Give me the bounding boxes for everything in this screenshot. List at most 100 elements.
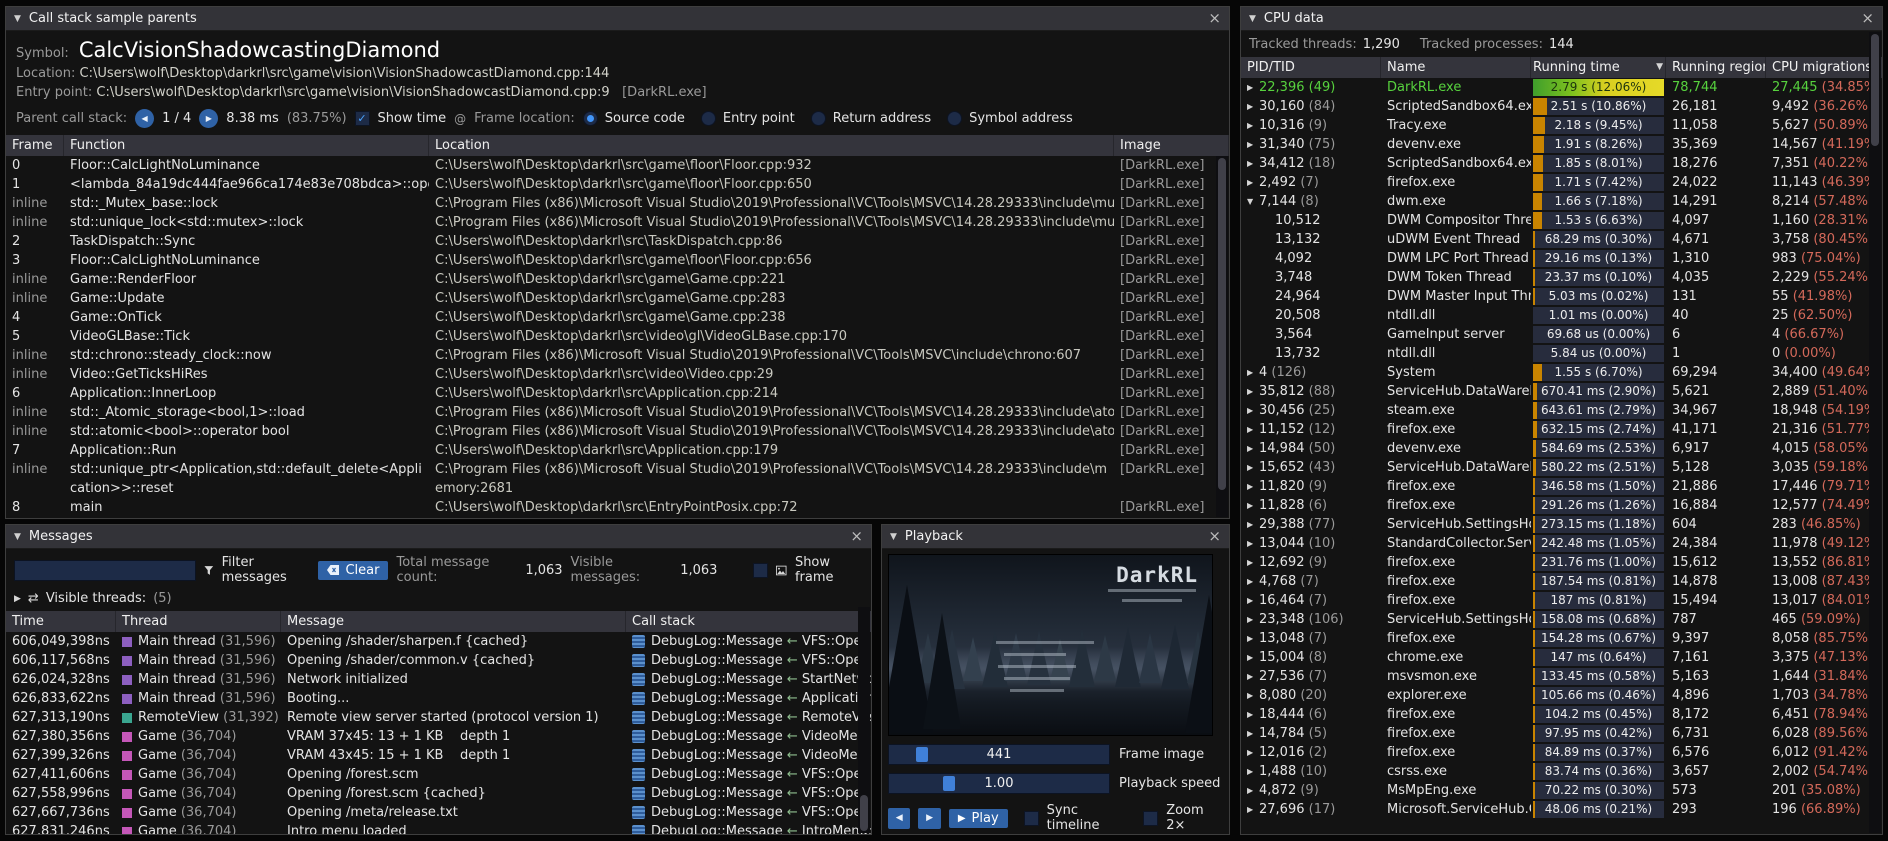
expand-row-icon[interactable]: ▶ bbox=[1247, 154, 1259, 173]
cpu-process-row[interactable]: ▶16,464 (7)firefox.exe187 ms (0.81%)15,4… bbox=[1241, 591, 1882, 610]
message-row[interactable]: 627,380,356nsGame (36,704)VRAM 37x45: 13… bbox=[6, 727, 871, 746]
messages-scrollbar[interactable] bbox=[858, 607, 870, 833]
expand-row-icon[interactable]: ▶ bbox=[1247, 572, 1259, 591]
cpu-titlebar[interactable]: ▼ CPU data × bbox=[1241, 7, 1882, 31]
callstack-frame-row[interactable]: inlineinvoke_maind:\agent\_work\63\s\src… bbox=[6, 517, 1229, 518]
radio-return-address[interactable] bbox=[811, 111, 826, 126]
cpu-process-row[interactable]: ▶4 (126)System1.55 s (6.70%)69,29434,400… bbox=[1241, 363, 1882, 382]
callstack-frame-row[interactable]: inlinestd::_Mutex_base::lockC:\Program F… bbox=[6, 194, 1229, 213]
cpu-thread-row[interactable]: 20,508ntdll.dll1.01 ms (0.00%)4025 (62.5… bbox=[1241, 306, 1882, 325]
callstack-frame-row[interactable]: 6Application::InnerLoopC:\Users\wolf\Des… bbox=[6, 384, 1229, 403]
show-time-checkbox[interactable]: ✓ bbox=[355, 111, 370, 126]
cpu-process-row[interactable]: ▶22,396 (49)DarkRL.exe2.79 s (12.06%)78,… bbox=[1241, 78, 1882, 97]
message-callstack-button[interactable]: DebugLog::Message ← VFS::Open... bbox=[626, 632, 871, 651]
expand-row-icon[interactable]: ▶ bbox=[1247, 97, 1259, 116]
callstack-frame-row[interactable]: inlineGame::RenderFloorC:\Users\wolf\Des… bbox=[6, 270, 1229, 289]
col-function[interactable]: Function bbox=[64, 135, 429, 156]
messages-scrollbar-thumb[interactable] bbox=[860, 795, 868, 831]
cpu-thread-row[interactable]: 24,964DWM Master Input Thread5.03 ms (0.… bbox=[1241, 287, 1882, 306]
cpu-process-row[interactable]: ▶27,696 (17)Microsoft.ServiceHub.Control… bbox=[1241, 800, 1882, 819]
message-callstack-button[interactable]: DebugLog::Message ← Application:... bbox=[626, 689, 871, 708]
cpu-process-row[interactable]: ▶12,016 (2)firefox.exe84.89 ms (0.37%)6,… bbox=[1241, 743, 1882, 762]
filter-input[interactable] bbox=[14, 560, 196, 581]
col-running-time[interactable]: Running time▼ bbox=[1531, 57, 1666, 78]
col-message[interactable]: Message bbox=[281, 611, 626, 632]
cpu-process-row[interactable]: ▶12,692 (9)firefox.exe231.76 ms (1.00%)1… bbox=[1241, 553, 1882, 572]
show-frame-checkbox[interactable] bbox=[753, 563, 768, 578]
expand-row-icon[interactable]: ▶ bbox=[1247, 420, 1259, 439]
cpu-process-row[interactable]: ▶1,488 (10)csrss.exe83.74 ms (0.36%)3,65… bbox=[1241, 762, 1882, 781]
cpu-process-row[interactable]: ▶34,412 (18)ScriptedSandbox64.exe1.85 s … bbox=[1241, 154, 1882, 173]
message-row[interactable]: 626,024,328nsMain thread (31,596)Network… bbox=[6, 670, 871, 689]
cpu-process-row[interactable]: ▶13,044 (10)StandardCollector.Service.ex… bbox=[1241, 534, 1882, 553]
cpu-process-row[interactable]: ▶14,784 (5)firefox.exe97.95 ms (0.42%)6,… bbox=[1241, 724, 1882, 743]
playback-titlebar[interactable]: ▼ Playback × bbox=[882, 525, 1229, 549]
callstack-frame-row[interactable]: 3Floor::CalcLightNoLuminanceC:\Users\wol… bbox=[6, 251, 1229, 270]
cpu-thread-row[interactable]: 13,132uDWM Event Thread68.29 ms (0.30%)4… bbox=[1241, 230, 1882, 249]
col-thread[interactable]: Thread bbox=[116, 611, 281, 632]
cpu-process-row[interactable]: ▶11,828 (6)firefox.exe291.26 ms (1.26%)1… bbox=[1241, 496, 1882, 515]
col-name[interactable]: Name bbox=[1381, 57, 1531, 78]
expand-icon[interactable]: ▶ bbox=[14, 594, 21, 604]
expand-row-icon[interactable]: ▶ bbox=[1247, 458, 1259, 477]
message-row[interactable]: 627,831,246nsGame (36,704)Intro menu loa… bbox=[6, 822, 871, 834]
expand-row-icon[interactable]: ▶ bbox=[1247, 401, 1259, 420]
message-callstack-button[interactable]: DebugLog::Message ← StartNetwo... bbox=[626, 670, 871, 689]
close-icon[interactable]: × bbox=[1208, 529, 1221, 544]
callstack-frame-row[interactable]: 4Game::OnTickC:\Users\wolf\Desktop\darkr… bbox=[6, 308, 1229, 327]
callstack-frame-row[interactable]: inlineVideo::GetTicksHiResC:\Users\wolf\… bbox=[6, 365, 1229, 384]
sync-timeline-checkbox[interactable] bbox=[1024, 811, 1039, 826]
cpu-process-row[interactable]: ▶13,048 (7)firefox.exe154.28 ms (0.67%)9… bbox=[1241, 629, 1882, 648]
expand-row-icon[interactable]: ▶ bbox=[1247, 686, 1259, 705]
callstack-scrollbar[interactable] bbox=[1216, 156, 1228, 517]
radio-entry-point[interactable] bbox=[701, 111, 716, 126]
cpu-process-row[interactable]: ▶4,872 (9)MsMpEng.exe70.22 ms (0.30%)573… bbox=[1241, 781, 1882, 800]
callstack-frame-row[interactable]: 7Application::RunC:\Users\wolf\Desktop\d… bbox=[6, 441, 1229, 460]
col-image[interactable]: Image bbox=[1114, 135, 1229, 156]
close-icon[interactable]: × bbox=[850, 529, 863, 544]
clear-button[interactable]: Clear bbox=[318, 561, 388, 580]
expand-row-icon[interactable]: ▶ bbox=[1247, 173, 1259, 192]
cpu-process-row[interactable]: ▶10,316 (9)Tracy.exe2.18 s (9.45%)11,058… bbox=[1241, 116, 1882, 135]
collapse-icon[interactable]: ▼ bbox=[14, 532, 21, 542]
callstack-frame-row[interactable]: 8mainC:\Users\wolf\Desktop\darkrl\src\En… bbox=[6, 498, 1229, 517]
expand-row-icon[interactable]: ▶ bbox=[1247, 439, 1259, 458]
expand-row-icon[interactable]: ▶ bbox=[1247, 800, 1259, 819]
cpu-process-row[interactable]: ▶31,340 (75)devenv.exe1.91 s (8.26%)35,3… bbox=[1241, 135, 1882, 154]
message-row[interactable]: 627,399,326nsGame (36,704)VRAM 43x45: 15… bbox=[6, 746, 871, 765]
expand-row-icon[interactable]: ▶ bbox=[1247, 515, 1259, 534]
expand-row-icon[interactable]: ▶ bbox=[1247, 78, 1259, 97]
message-row[interactable]: 627,558,996nsGame (36,704)Opening /fores… bbox=[6, 784, 871, 803]
cpu-process-row[interactable]: ▶15,652 (43)ServiceHub.DataWarehouseHost… bbox=[1241, 458, 1882, 477]
message-row[interactable]: 627,411,606nsGame (36,704)Opening /fores… bbox=[6, 765, 871, 784]
cpu-process-row[interactable]: ▶15,004 (8)chrome.exe147 ms (0.64%)7,161… bbox=[1241, 648, 1882, 667]
cpu-thread-row[interactable]: 13,732ntdll.dll5.84 us (0.00%)10 (0.00%) bbox=[1241, 344, 1882, 363]
cpu-process-row[interactable]: ▶29,388 (77)ServiceHub.SettingsHost.exe2… bbox=[1241, 515, 1882, 534]
message-callstack-button[interactable]: DebugLog::Message ← VideoMemo... bbox=[626, 727, 871, 746]
cpu-process-row[interactable]: ▶35,812 (88)ServiceHub.DataWarehouseHost… bbox=[1241, 382, 1882, 401]
message-row[interactable]: 606,049,398nsMain thread (31,596)Opening… bbox=[6, 632, 871, 651]
radio-symbol-address[interactable] bbox=[947, 111, 962, 126]
close-icon[interactable]: × bbox=[1861, 11, 1874, 26]
message-callstack-button[interactable]: DebugLog::Message ← RemoteVie... bbox=[626, 708, 871, 727]
expand-row-icon[interactable]: ▶ bbox=[1247, 534, 1259, 553]
cpu-thread-row[interactable]: 3,748DWM Token Thread23.37 ms (0.10%)4,0… bbox=[1241, 268, 1882, 287]
message-callstack-button[interactable]: DebugLog::Message ← VideoMemo... bbox=[626, 746, 871, 765]
play-button[interactable]: ▶Play bbox=[949, 809, 1008, 828]
messages-titlebar[interactable]: ▼ Messages × bbox=[6, 525, 871, 549]
frame-image-slider[interactable]: 441 bbox=[888, 744, 1110, 765]
message-callstack-button[interactable]: DebugLog::Message ← IntroMenu::... bbox=[626, 822, 871, 834]
cpu-thread-row[interactable]: 3,564GameInput server69.68 us (0.00%)64 … bbox=[1241, 325, 1882, 344]
callstack-frame-row[interactable]: inlinestd::_Atomic_storage<bool,1>::load… bbox=[6, 403, 1229, 422]
col-frame[interactable]: Frame bbox=[6, 135, 64, 156]
cpu-scrollbar-thumb[interactable] bbox=[1871, 34, 1879, 146]
col-location[interactable]: Location bbox=[429, 135, 1114, 156]
radio-source-code[interactable] bbox=[583, 111, 598, 126]
expand-row-icon[interactable]: ▶ bbox=[1247, 477, 1259, 496]
prev-stack-button[interactable]: ◀ bbox=[135, 109, 154, 128]
expand-row-icon[interactable]: ▶ bbox=[1247, 724, 1259, 743]
next-stack-button[interactable]: ▶ bbox=[199, 109, 218, 128]
next-frame-button[interactable]: ▶ bbox=[918, 808, 940, 829]
callstack-frame-row[interactable]: inlinestd::chrono::steady_clock::nowC:\P… bbox=[6, 346, 1229, 365]
callstack-frame-row[interactable]: 5VideoGLBase::TickC:\Users\wolf\Desktop\… bbox=[6, 327, 1229, 346]
